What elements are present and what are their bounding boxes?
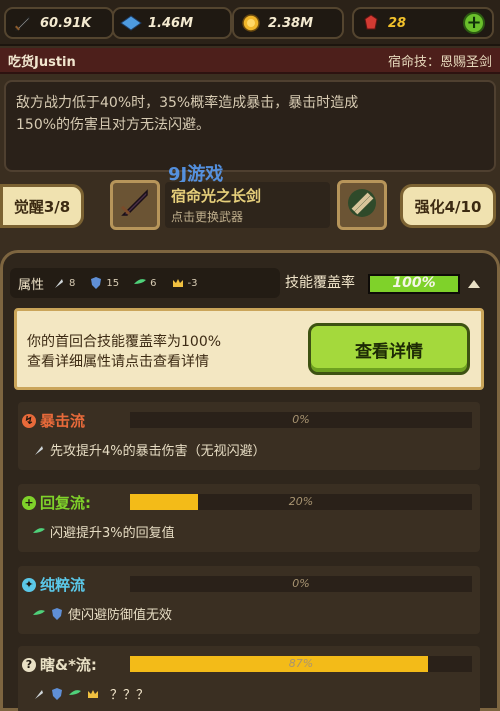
enhance-item-slot[interactable] — [337, 180, 387, 230]
enhance-button[interactable]: 强化4/10 — [400, 184, 496, 228]
hero-name-bar: 吃货Justin 宿命技：恩赐圣剑 — [0, 48, 500, 74]
question-icon: ? — [22, 657, 36, 672]
weapon-info[interactable]: 宿命光之长剑 点击更换武器 — [165, 182, 330, 228]
section-description: 使闪避防御值无效 — [32, 604, 172, 623]
plus-icon: + — [22, 495, 36, 510]
attribute-first-strike: 8 — [52, 276, 75, 290]
gem-value: 28 — [388, 15, 407, 31]
shield-icon — [52, 687, 62, 700]
section-percent: 0% — [292, 577, 310, 590]
wing-icon — [69, 689, 81, 695]
gold-resource: 2.38M — [232, 7, 344, 39]
section-random: ? 瞎&*流: 87% ？？？ — [18, 646, 480, 711]
section-description: 闪避提升3%的回复值 — [32, 522, 175, 541]
sword-icon — [117, 185, 153, 225]
coverage-value: 100% — [392, 275, 436, 291]
section-crit: ↯ 暴击流 0% 先攻提升4%的暴击伤害（无视闪避） — [18, 402, 480, 470]
attribute-row: 属性 8 15 6 -3 — [10, 268, 280, 298]
coverage-notice: 你的首回合技能覆盖率为100% 查看详细属性请点击查看详情 查看详情 — [14, 308, 484, 390]
view-details-button[interactable]: 查看详情 — [308, 323, 470, 375]
section-progress-bar: 0% — [130, 576, 472, 592]
weapon-slot[interactable] — [110, 180, 160, 230]
wing-icon — [33, 609, 45, 615]
section-description: ？？？ — [32, 684, 149, 703]
wing-icon — [33, 527, 45, 533]
skill-description: 敌方战力低于40%时，35%概率造成暴击，暴击时造成 150%的伤害且对方无法闪… — [4, 80, 496, 172]
section-progress-bar: 20% — [130, 494, 472, 510]
wing-icon — [134, 279, 147, 284]
attribute-dodge: 6 — [133, 276, 157, 290]
shield-icon — [91, 277, 102, 289]
resource-bar: 60.91K 1.46M 2.38M 28 + — [0, 0, 500, 46]
add-gems-button[interactable]: + — [463, 12, 485, 34]
attribute-luck: -3 — [171, 276, 197, 290]
section-progress-bar: 87% — [130, 656, 472, 672]
section-title: + 回复流: — [22, 492, 91, 513]
section-title: ? 瞎&*流: — [22, 654, 97, 675]
awaken-button[interactable]: 觉醒3/8 — [0, 184, 84, 228]
section-percent: 20% — [288, 495, 314, 508]
section-title: ↯ 暴击流 — [22, 410, 85, 431]
gold-coin-icon — [240, 12, 262, 34]
description-line-1: 敌方战力低于40%时，35%概率造成暴击，暴击时造成 — [16, 95, 359, 111]
section-title: ✦ 纯粹流 — [22, 574, 85, 595]
crown-icon — [88, 689, 98, 698]
section-progress-bar: 0% — [130, 412, 472, 428]
exp-resource: 1.46M — [112, 7, 232, 39]
first-strike-icon — [35, 689, 43, 699]
crown-icon — [172, 279, 183, 287]
shield-icon — [52, 607, 62, 620]
section-percent: 87% — [288, 657, 314, 670]
power-value: 60.91K — [40, 15, 92, 31]
power-resource: 60.91K — [4, 7, 114, 39]
notice-line-2: 查看详细属性请点击查看详情 — [27, 354, 209, 370]
attribute-label: 属性 — [18, 277, 45, 293]
app-root: 60.91K 1.46M 2.38M 28 + 吃货Justin 宿命技：恩赐圣… — [0, 0, 500, 711]
exp-value: 1.46M — [148, 15, 194, 31]
section-description: 先攻提升4%的暴击伤害（无视闪避） — [32, 440, 266, 459]
description-line-2: 150%的伤害且对方无法闪避。 — [16, 117, 211, 133]
section-regen: + 回复流: 20% 闪避提升3%的回复值 — [18, 484, 480, 552]
attribute-defense: 15 — [89, 276, 119, 290]
coverage-label: 技能覆盖率 — [285, 275, 355, 291]
fate-skill-label: 宿命技：恩赐圣剑 — [387, 54, 492, 70]
coverage-bar: 100% — [368, 274, 460, 294]
exp-icon — [120, 12, 142, 34]
change-weapon-hint: 点击更换武器 — [171, 210, 244, 224]
gold-value: 2.38M — [268, 15, 314, 31]
section-pure: ✦ 纯粹流 0% 使闪避防御值无效 — [18, 566, 480, 634]
collapse-arrow-icon[interactable] — [468, 280, 480, 288]
hero-name: 吃货Justin — [8, 54, 76, 70]
first-strike-icon — [35, 445, 43, 455]
section-percent: 0% — [292, 413, 310, 426]
gem-resource: 28 + — [352, 7, 494, 39]
ruby-icon — [360, 12, 382, 34]
crit-icon: ↯ — [22, 413, 36, 428]
star-icon: ✦ — [22, 577, 36, 592]
scroll-icon — [345, 186, 379, 224]
first-strike-icon — [55, 279, 64, 288]
notice-line-1: 你的首回合技能覆盖率为100% — [27, 334, 222, 350]
weapon-name: 宿命光之长剑 — [171, 187, 262, 205]
sword-icon — [12, 12, 34, 34]
